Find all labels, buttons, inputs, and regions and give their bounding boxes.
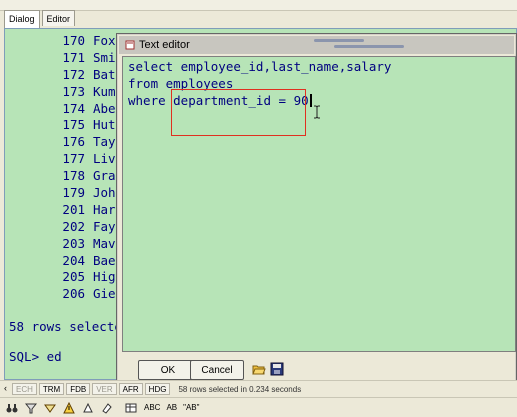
status-bar: ‹ ECH TRM FDB VER AFR HDG 58 rows select… [0, 380, 517, 397]
result-row: 206 Gie [5, 286, 116, 303]
tab-dialog[interactable]: Dialog [4, 10, 40, 28]
result-row-name: Tay [93, 134, 116, 150]
result-row-id: 203 [62, 235, 85, 251]
text-editor-window: Text editor select employee_id,last_name… [116, 33, 517, 387]
result-row-name: Gie [93, 286, 116, 302]
result-row-name: Kum [93, 83, 116, 99]
result-row: 179 Joh [5, 185, 116, 202]
result-row-id: 174 [62, 100, 85, 116]
editor-window-icon [125, 40, 135, 50]
result-row-id: 201 [62, 201, 85, 217]
result-row-name: Smi [93, 49, 116, 65]
filter-icon[interactable] [24, 401, 38, 415]
result-row: 204 Bae [5, 252, 116, 270]
result-row-id: 178 [62, 168, 85, 184]
result-row-name: Fox [93, 33, 116, 48]
result-row-id: 205 [62, 269, 85, 285]
status-hdg: HDG [144, 383, 171, 395]
table-icon[interactable] [124, 401, 138, 415]
result-row-name: Hut [93, 117, 116, 133]
highlight-box [171, 89, 306, 136]
status-afr: AFR [118, 383, 143, 395]
status-ech: ECH [12, 383, 37, 395]
result-row-id: 177 [62, 151, 85, 167]
cancel-button[interactable]: Cancel [190, 360, 244, 380]
title-background-artifact [314, 36, 424, 54]
tab-editor[interactable]: Editor [41, 10, 76, 26]
ab-label[interactable]: AB [166, 403, 177, 412]
result-row: 201 Har [5, 201, 116, 219]
rows-selected-text: 58 rows selecte [9, 319, 122, 334]
result-row-name: Joh [93, 185, 116, 201]
binoculars-icon[interactable] [5, 401, 19, 415]
save-icon[interactable] [270, 362, 284, 376]
status-ver: VER [92, 383, 117, 395]
editor-button-bar: OK Cancel [122, 356, 514, 382]
warning-icon[interactable] [62, 401, 76, 415]
status-fdb: FDB [66, 383, 91, 395]
ibeam-cursor-icon [314, 105, 320, 119]
result-row-id: 170 [62, 33, 85, 48]
result-row-id: 202 [62, 218, 85, 234]
result-row: 172 Bat [5, 66, 116, 84]
result-row-id: 173 [62, 83, 85, 99]
triangle-down-icon[interactable] [43, 401, 57, 415]
result-row: 171 Smi [5, 49, 116, 67]
result-row: 205 Hig [5, 269, 116, 286]
result-row: 203 Mav [5, 235, 116, 253]
editor-text-area[interactable]: select employee_id,last_name,salary from… [122, 56, 516, 352]
result-row-name: Hig [93, 269, 116, 285]
ok-button[interactable]: OK [138, 360, 198, 380]
eraser-icon[interactable] [100, 401, 114, 415]
result-row-id: 172 [62, 66, 85, 82]
editor-titlebar[interactable]: Text editor [119, 36, 514, 54]
result-row-id: 206 [62, 286, 85, 302]
open-folder-icon[interactable] [252, 362, 266, 376]
result-row: 170 Fox [5, 33, 116, 50]
result-row-name: Bat [93, 66, 116, 82]
scroll-left-icon[interactable]: ‹ [4, 383, 7, 393]
top-strip [0, 0, 517, 11]
result-row-name: Liv [93, 151, 116, 167]
result-row: 178 Gra [5, 168, 116, 185]
result-row: 177 Liv [5, 151, 116, 168]
abc-label[interactable]: ABC [144, 403, 160, 412]
result-row: 175 Hut [5, 117, 116, 134]
ab-quoted-label[interactable]: "AB" [183, 403, 199, 412]
result-row-name: Gra [93, 168, 116, 184]
status-message: 58 rows selected in 0.234 seconds [178, 384, 302, 394]
result-row-id: 204 [62, 252, 85, 268]
result-row-name: Bae [93, 252, 116, 268]
result-row: 173 Kum [5, 83, 116, 101]
sql-prompt: SQL> ed [9, 349, 62, 364]
result-row: 174 Abe [5, 100, 116, 118]
result-row-id: 179 [62, 185, 85, 201]
result-row-name: Abe [93, 100, 116, 116]
bottom-toolbar: ABC AB "AB" [0, 397, 517, 417]
result-row-id: 176 [62, 134, 85, 150]
text-caret [309, 94, 312, 107]
result-row-name: Har [93, 201, 116, 217]
clear-icon[interactable] [81, 401, 95, 415]
editor-title: Text editor [139, 39, 190, 51]
result-row: 176 Tay [5, 134, 116, 151]
tab-bar: Dialog Editor [4, 10, 76, 28]
results-list: 170 Fox 171 Smi 172 Bat 173 Kum 174 Abe 175 Hut 176 T… [5, 33, 116, 303]
result-row-id: 171 [62, 49, 85, 65]
status-trm: TRM [38, 383, 65, 395]
result-row-id: 175 [62, 117, 85, 133]
code-line: select employee_id,last_name,salary [128, 59, 392, 74]
result-row-name: Fay [93, 218, 116, 234]
result-row-name: Mav [93, 235, 116, 251]
result-row: 202 Fay [5, 218, 116, 236]
